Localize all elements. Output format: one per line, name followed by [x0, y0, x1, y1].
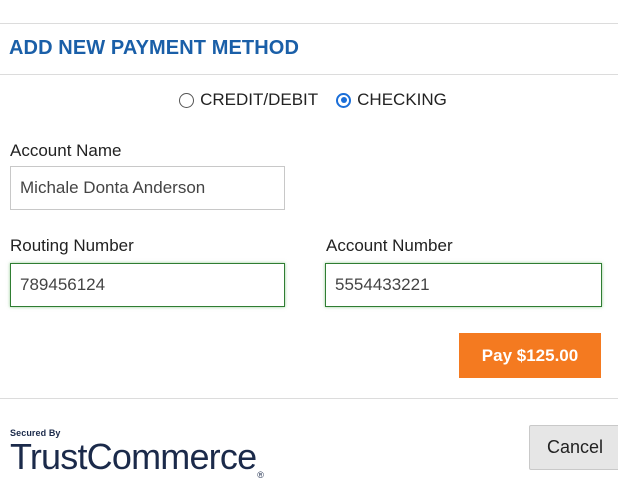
account-name-label: Account Name — [10, 141, 122, 160]
routing-number-label: Routing Number — [10, 236, 134, 255]
registered-mark: ® — [257, 470, 264, 480]
radio-button-checking[interactable] — [336, 92, 352, 108]
trustcommerce-logo: Secured By TrustCommerce® — [10, 428, 264, 481]
cancel-button[interactable]: Cancel — [529, 425, 618, 470]
logo-wordmark: TrustCommerce® — [10, 439, 264, 481]
modal-title: ADD NEW PAYMENT METHOD — [9, 37, 299, 59]
account-name-input[interactable] — [10, 166, 285, 210]
radio-label-credit-debit: CREDIT/DEBIT — [200, 90, 319, 109]
routing-number-input[interactable] — [10, 263, 285, 307]
payment-type-radio-group: CREDIT/DEBIT CHECKING — [0, 90, 618, 110]
pay-button[interactable]: Pay $125.00 — [459, 333, 601, 378]
header-divider — [0, 74, 618, 75]
footer-divider — [0, 398, 618, 399]
radio-option-checking[interactable]: CHECKING — [336, 90, 447, 110]
top-divider — [0, 23, 618, 24]
account-number-label: Account Number — [326, 236, 453, 255]
radio-button-credit-debit[interactable] — [179, 92, 195, 108]
radio-option-credit-debit[interactable]: CREDIT/DEBIT — [179, 90, 318, 110]
logo-name-text: TrustCommerce — [10, 436, 257, 477]
account-number-input[interactable] — [325, 263, 602, 307]
radio-label-checking: CHECKING — [357, 90, 447, 109]
